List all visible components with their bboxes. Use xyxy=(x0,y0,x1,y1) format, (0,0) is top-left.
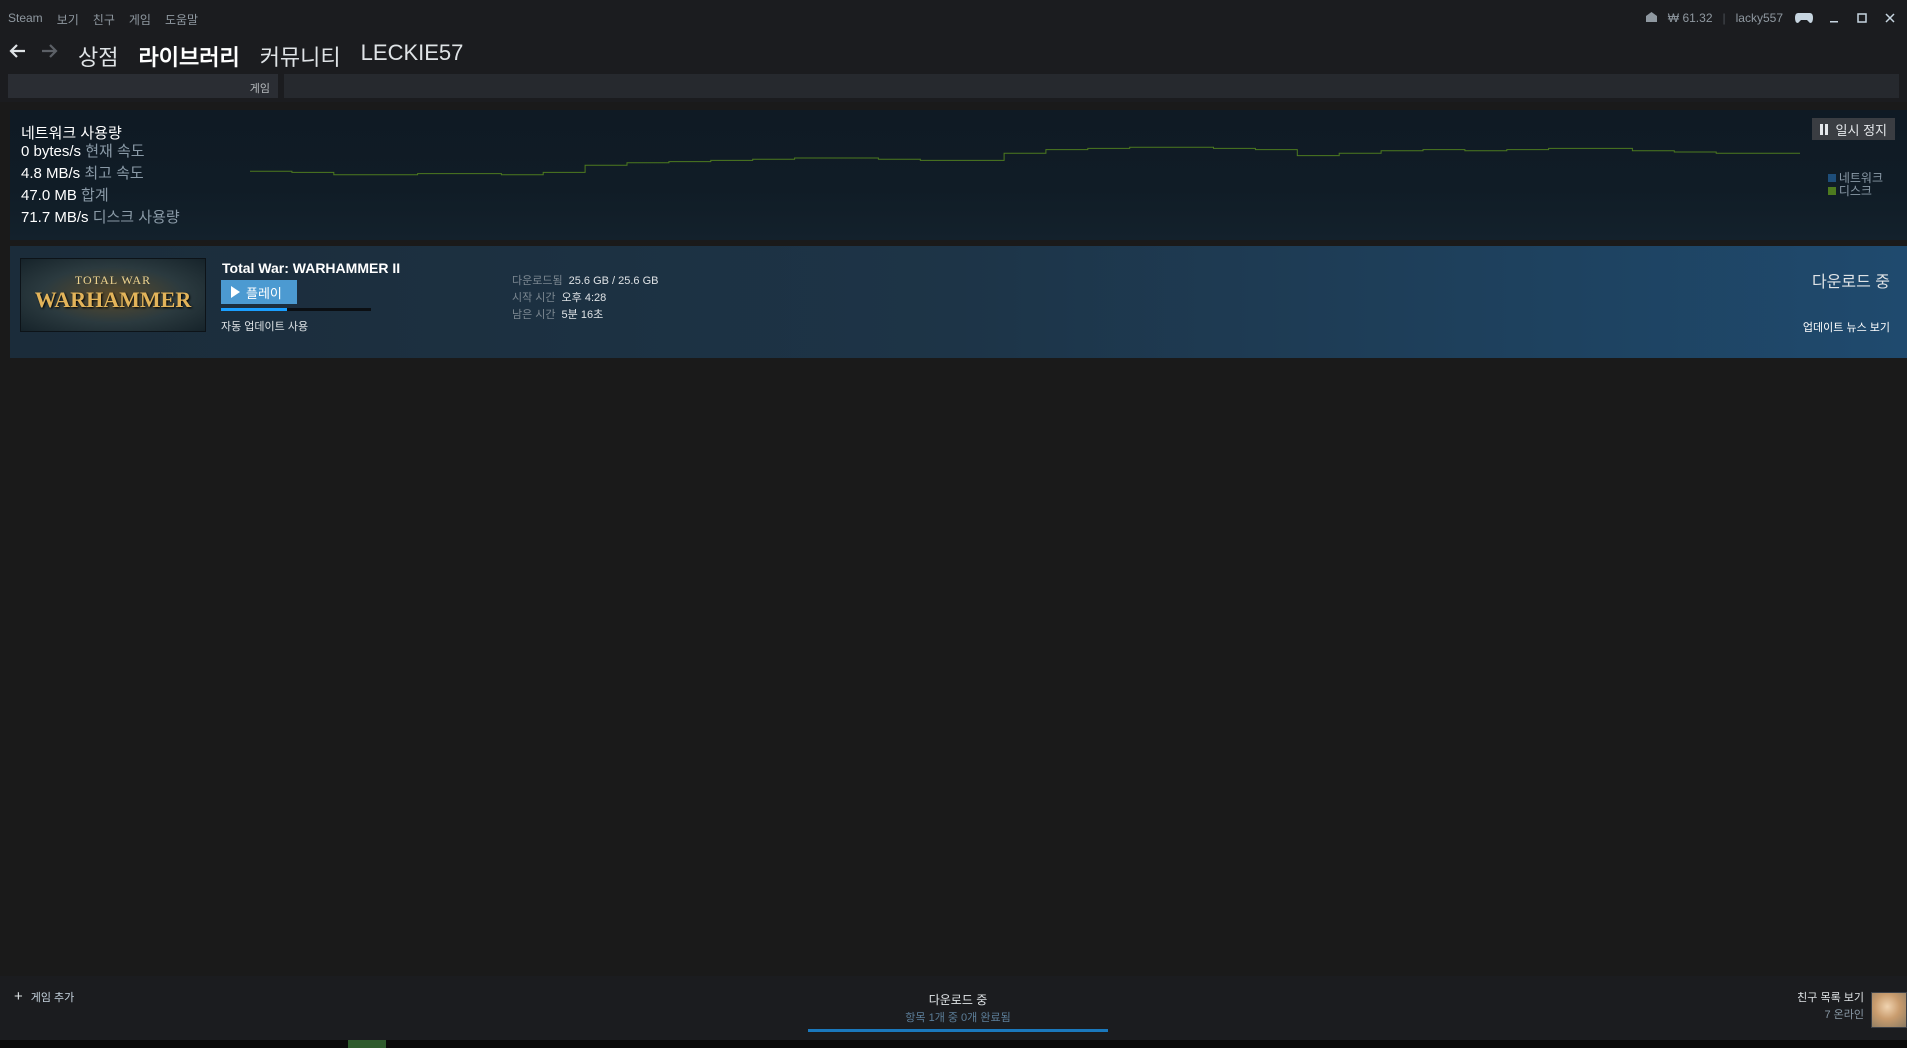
update-news-link[interactable]: 업데이트 뉴스 보기 xyxy=(1803,319,1890,335)
bottom-bar: + 게임 추가 다운로드 중 항목 1개 중 0개 완료됨 친구 목록 보기 7… xyxy=(0,976,1907,1040)
friends-list-button[interactable]: 친구 목록 보기 7 온라인 xyxy=(1797,989,1864,1022)
title-bar-right: ₩ 61.32 | lacky557 xyxy=(1645,9,1899,27)
stat-value: 0 bytes/s xyxy=(21,143,82,160)
wallet-balance[interactable]: ₩ 61.32 xyxy=(1668,11,1713,25)
separator: | xyxy=(1722,11,1726,25)
account-name[interactable]: lacky557 xyxy=(1736,11,1783,25)
downloads-status-button[interactable]: 다운로드 중 항목 1개 중 0개 완료됨 xyxy=(808,991,1108,1032)
search-input[interactable]: 게임 xyxy=(8,74,278,98)
stat-value: 71.7 MB/s xyxy=(21,209,89,226)
info-time-remaining: 남은 시간 5분 16초 xyxy=(512,306,603,322)
stat-disk-usage: 71.7 MB/s 디스크 사용량 xyxy=(21,206,180,227)
disk-usage-line xyxy=(250,146,1800,176)
nav-bar: 상점 라이브러리 커뮤니티 LECKIE57 xyxy=(0,34,1907,74)
nav-store[interactable]: 상점 xyxy=(78,40,118,72)
stat-value: 47.0 MB xyxy=(21,187,77,204)
add-game-label: 게임 추가 xyxy=(30,991,75,1004)
game-capsule-image[interactable]: TOTAL WAR WARHAMMER xyxy=(20,258,206,332)
info-start-time: 시작 시간 오후 4:28 xyxy=(512,289,606,305)
info-value: 5분 16초 xyxy=(561,309,604,321)
library-toolbar-area xyxy=(284,74,1899,98)
info-key: 다운로드됨 xyxy=(512,275,563,287)
legend-item-disk: 디스크 xyxy=(1827,184,1883,198)
downloads-status-title: 다운로드 중 xyxy=(928,993,988,1007)
os-taskbar xyxy=(0,1040,1907,1048)
download-progress-fill xyxy=(221,308,287,311)
stat-label: 디스크 사용량 xyxy=(92,209,180,226)
menu-bar: Steam 보기 친구 게임 도움말 xyxy=(8,11,198,28)
pause-button[interactable]: 일시 정지 xyxy=(1811,118,1895,140)
graph-legend: 네트워크 디스크 xyxy=(1827,171,1883,198)
play-button[interactable]: 플레이 xyxy=(221,280,297,304)
friends-online-count: 7 온라인 xyxy=(1824,1009,1864,1021)
maximize-icon[interactable] xyxy=(1853,9,1871,27)
auto-update-status[interactable]: 자동 업데이트 사용 xyxy=(221,318,308,334)
legend-label: 네트워크 xyxy=(1838,171,1883,185)
network-usage-graph xyxy=(250,146,1800,176)
menu-item-friends[interactable]: 친구 xyxy=(93,11,115,28)
avatar[interactable] xyxy=(1871,992,1907,1028)
info-key: 남은 시간 xyxy=(512,309,556,321)
info-value: 25.6 GB / 25.6 GB xyxy=(568,275,659,287)
minimize-icon[interactable] xyxy=(1825,9,1843,27)
info-key: 시작 시간 xyxy=(512,292,556,304)
play-label: 플레이 xyxy=(246,285,282,301)
search-label: 게임 xyxy=(249,83,270,95)
notification-icon[interactable] xyxy=(1645,11,1658,26)
downloads-status-bar xyxy=(808,1029,1108,1032)
nav-links: 상점 라이브러리 커뮤니티 LECKIE57 xyxy=(78,40,463,72)
menu-item-view[interactable]: 보기 xyxy=(57,11,79,28)
menu-item-games[interactable]: 게임 xyxy=(129,11,151,28)
big-picture-icon[interactable] xyxy=(1793,9,1815,27)
downloads-page: 네트워크 사용량 0 bytes/s 현재 속도 4.8 MB/s 최고 속도 … xyxy=(10,106,1907,976)
capsule-logo-line1: TOTAL WAR xyxy=(74,273,152,287)
game-title[interactable]: Total War: WARHAMMER II xyxy=(222,260,400,276)
download-progress-bar xyxy=(221,308,371,311)
title-bar: Steam 보기 친구 게임 도움말 ₩ 61.32 | lacky557 xyxy=(0,0,1907,34)
library-toolbar: 게임 xyxy=(0,74,1907,102)
network-usage-panel: 네트워크 사용량 0 bytes/s 현재 속도 4.8 MB/s 최고 속도 … xyxy=(10,110,1907,240)
download-item: TOTAL WAR WARHAMMER Total War: WARHAMMER… xyxy=(10,246,1907,358)
forward-arrow-icon[interactable] xyxy=(40,40,58,66)
plus-icon: + xyxy=(14,988,23,1005)
stat-peak-speed: 4.8 MB/s 최고 속도 xyxy=(21,162,144,183)
info-value: 오후 4:28 xyxy=(561,292,607,304)
legend-swatch xyxy=(1827,187,1836,195)
stat-total: 47.0 MB 합계 xyxy=(21,184,109,205)
add-game-button[interactable]: + 게임 추가 xyxy=(14,988,74,1005)
menu-item-steam[interactable]: Steam xyxy=(8,11,43,28)
stat-label: 합계 xyxy=(81,187,109,204)
nav-profile[interactable]: LECKIE57 xyxy=(361,40,464,72)
info-downloaded: 다운로드됨 25.6 GB / 25.6 GB xyxy=(512,272,659,288)
nav-community[interactable]: 커뮤니티 xyxy=(260,40,341,72)
pause-label: 일시 정지 xyxy=(1835,122,1887,138)
legend-label: 디스크 xyxy=(1838,184,1872,198)
capsule-logo-line2: WARHAMMER xyxy=(34,287,192,312)
stat-label: 현재 속도 xyxy=(85,143,145,160)
taskbar-app[interactable] xyxy=(348,1040,386,1048)
nav-library[interactable]: 라이브러리 xyxy=(138,40,239,72)
play-icon xyxy=(231,286,240,298)
download-status: 다운로드 중 xyxy=(1811,274,1890,291)
pause-icon xyxy=(1819,123,1828,135)
stat-current-speed: 0 bytes/s 현재 속도 xyxy=(21,140,145,161)
back-arrow-icon[interactable] xyxy=(9,40,27,66)
friends-list-title: 친구 목록 보기 xyxy=(1797,992,1864,1004)
close-icon[interactable] xyxy=(1881,9,1899,27)
downloads-status-subtitle: 항목 1개 중 0개 완료됨 xyxy=(905,1012,1011,1024)
stat-value: 4.8 MB/s xyxy=(21,165,81,182)
menu-item-help[interactable]: 도움말 xyxy=(165,11,198,28)
legend-swatch xyxy=(1827,174,1836,182)
stat-label: 최고 속도 xyxy=(84,165,144,182)
